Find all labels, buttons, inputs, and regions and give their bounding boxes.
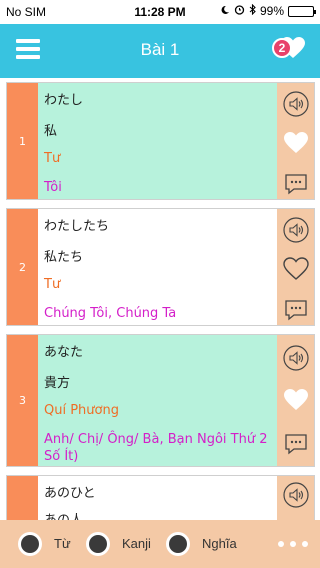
speaker-icon[interactable] bbox=[283, 217, 309, 243]
favorites-count-badge: 2 bbox=[272, 38, 292, 58]
item-actions bbox=[277, 476, 314, 520]
list-item[interactable]: 2 わたしたち 私たち Tư Chúng Tôi, Chúng Ta bbox=[6, 208, 315, 326]
speaker-icon[interactable] bbox=[283, 91, 309, 117]
battery-icon bbox=[288, 5, 316, 17]
hiragana-text: あのひと bbox=[44, 486, 96, 501]
item-actions bbox=[277, 335, 314, 466]
status-bar: No SIM 11:28 PM 99% bbox=[0, 0, 320, 24]
speaker-icon[interactable] bbox=[283, 345, 309, 371]
kanji-text: 貴方 bbox=[44, 376, 71, 391]
heart-icon[interactable] bbox=[283, 387, 309, 413]
option-label-kanji: Kanji bbox=[122, 536, 151, 551]
speaker-icon[interactable] bbox=[283, 482, 309, 508]
kanji-text: あの人 bbox=[44, 509, 83, 520]
item-index bbox=[7, 476, 38, 520]
item-content[interactable]: あなた 貴方 Quí Phương Anh/ Chị/ Ông/ Bà, Bạn… bbox=[38, 335, 277, 466]
radio-tu[interactable] bbox=[18, 532, 42, 556]
hanviet-text: Tư bbox=[44, 277, 61, 292]
item-actions bbox=[277, 209, 314, 325]
hiragana-text: わたし bbox=[44, 93, 84, 108]
moon-icon bbox=[220, 4, 230, 18]
radio-kanji[interactable] bbox=[86, 532, 110, 556]
item-index: 2 bbox=[7, 209, 38, 325]
status-right: 99% bbox=[220, 3, 316, 18]
comment-icon[interactable] bbox=[283, 297, 309, 323]
item-actions bbox=[277, 83, 314, 199]
radio-nghia[interactable] bbox=[166, 532, 190, 556]
display-options-bar: Từ Kanji Nghĩa bbox=[0, 520, 320, 568]
list-item[interactable]: 3 あなた 貴方 Quí Phương Anh/ Chị/ Ông/ Bà, B… bbox=[6, 334, 315, 467]
vocabulary-list[interactable]: 1 わたし 私 Tư Tôi 2 わたしたち 私たち Tư Chúng Tôi,… bbox=[0, 78, 320, 520]
item-content[interactable]: わたし 私 Tư Tôi bbox=[38, 83, 277, 199]
kanji-text: 私 bbox=[44, 124, 58, 139]
more-options-icon[interactable] bbox=[278, 541, 308, 547]
comment-icon[interactable] bbox=[283, 431, 309, 457]
alarm-icon bbox=[234, 4, 245, 18]
item-index: 1 bbox=[7, 83, 38, 199]
item-content[interactable]: あのひと あの人 bbox=[38, 476, 277, 520]
list-item[interactable]: 1 わたし 私 Tư Tôi bbox=[6, 82, 315, 200]
favorites-button[interactable]: 2 bbox=[272, 36, 306, 64]
hanviet-text: Tư bbox=[44, 151, 61, 166]
option-label-tu: Từ bbox=[54, 536, 71, 551]
item-content[interactable]: わたしたち 私たち Tư Chúng Tôi, Chúng Ta bbox=[38, 209, 277, 325]
meaning-text-line2: Số Ít) bbox=[44, 449, 79, 464]
item-index: 3 bbox=[7, 335, 38, 466]
option-label-nghia: Nghĩa bbox=[202, 536, 237, 551]
meaning-text: Tôi bbox=[44, 180, 62, 195]
hiragana-text: あなた bbox=[44, 345, 84, 360]
hiragana-text: わたしたち bbox=[44, 219, 110, 234]
bluetooth-icon bbox=[249, 3, 256, 18]
meaning-text-line1: Anh/ Chị/ Ông/ Bà, Bạn Ngôi Thứ 2 bbox=[44, 432, 268, 447]
hanviet-text: Quí Phương bbox=[44, 403, 119, 418]
heart-outline-icon[interactable] bbox=[283, 256, 309, 282]
heart-icon[interactable] bbox=[283, 130, 309, 156]
meaning-text: Chúng Tôi, Chúng Ta bbox=[44, 306, 177, 321]
navigation-bar: Bài 1 2 bbox=[0, 24, 320, 78]
battery-percent: 99% bbox=[259, 4, 284, 18]
list-item[interactable]: あのひと あの人 bbox=[6, 475, 315, 520]
comment-icon[interactable] bbox=[283, 171, 309, 197]
kanji-text: 私たち bbox=[44, 250, 84, 265]
